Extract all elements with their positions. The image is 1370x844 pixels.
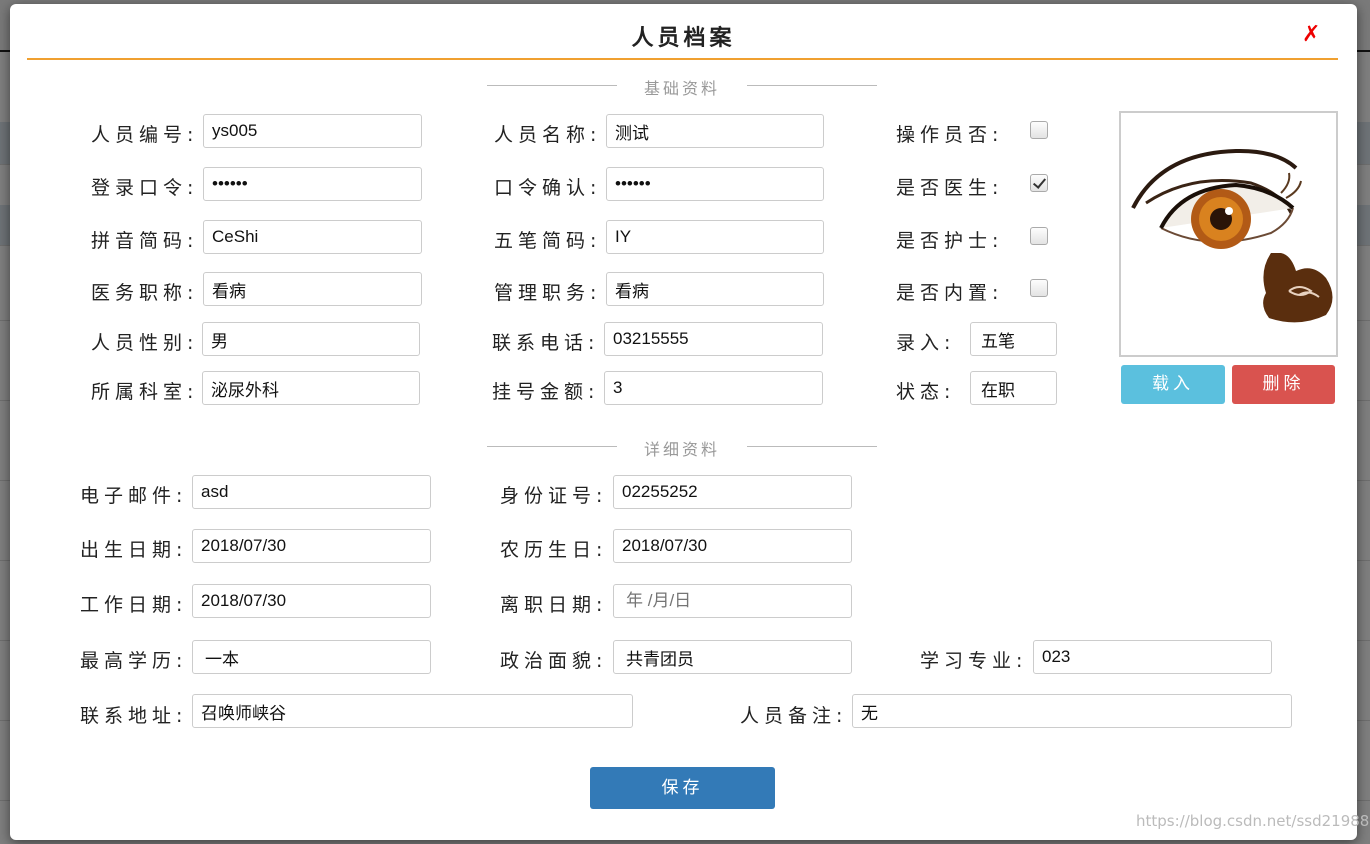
- phone-label: 联系电话:: [492, 332, 600, 354]
- watermark: https://blog.csdn.net/ssd21988: [1136, 812, 1370, 830]
- phone-input[interactable]: [604, 322, 823, 356]
- department-select[interactable]: [202, 371, 420, 405]
- staff-name-label: 人员名称:: [494, 124, 602, 146]
- id-number-input[interactable]: [613, 475, 852, 509]
- reg-fee-input[interactable]: [604, 371, 823, 405]
- major-input[interactable]: [1033, 640, 1272, 674]
- input-method-label: 录入:: [896, 332, 956, 354]
- staff-record-dialog: 人员档案 ✗ 基础资料 人员编号: 登录口令: 拼音简码: 医务职称: 人员性别…: [10, 4, 1357, 840]
- address-input[interactable]: [192, 694, 633, 728]
- lunar-birthday-input[interactable]: [613, 529, 852, 563]
- pinyin-code-label: 拼音简码:: [91, 230, 199, 252]
- gender-label: 人员性别:: [91, 332, 199, 354]
- birth-date-label: 出生日期:: [80, 539, 188, 561]
- admin-title-input[interactable]: [606, 272, 824, 306]
- medical-title-label: 医务职称:: [91, 282, 199, 304]
- address-label: 联系地址:: [80, 705, 188, 727]
- remarks-label: 人员备注:: [740, 705, 848, 727]
- delete-photo-button[interactable]: 删除: [1232, 365, 1335, 404]
- lunar-birthday-label: 农历生日:: [500, 539, 608, 561]
- is-nurse-checkbox[interactable]: [1030, 227, 1048, 245]
- eye-illustration-image: [1131, 148, 1333, 323]
- dialog-title: 人员档案: [631, 26, 736, 51]
- remarks-input[interactable]: [852, 694, 1292, 728]
- input-method-select[interactable]: [970, 322, 1057, 356]
- gender-select[interactable]: [202, 322, 420, 356]
- is-builtin-checkbox[interactable]: [1030, 279, 1048, 297]
- leave-date-input[interactable]: [613, 584, 852, 618]
- staff-name-input[interactable]: [606, 114, 824, 148]
- status-label: 状态:: [896, 381, 956, 403]
- medical-title-input[interactable]: [203, 272, 422, 306]
- is-doctor-checkbox[interactable]: [1030, 174, 1048, 192]
- section-header-detail: 详细资料: [487, 436, 877, 459]
- wubi-code-label: 五笔简码:: [494, 230, 602, 252]
- status-select[interactable]: [970, 371, 1057, 405]
- section-header-basic: 基础资料: [487, 75, 877, 98]
- password-confirm-input[interactable]: [606, 167, 824, 201]
- leave-date-label: 离职日期:: [500, 594, 608, 616]
- id-number-label: 身份证号:: [500, 485, 608, 507]
- work-date-label: 工作日期:: [80, 594, 188, 616]
- login-password-label: 登录口令:: [91, 177, 199, 199]
- is-operator-label: 操作员否:: [896, 124, 1004, 146]
- staff-photo: [1119, 111, 1338, 357]
- pinyin-code-input[interactable]: [203, 220, 422, 254]
- reg-fee-label: 挂号金额:: [492, 381, 600, 403]
- section-title: 基础资料: [643, 79, 720, 98]
- divider-line: [747, 446, 877, 447]
- divider-line: [747, 85, 877, 86]
- is-operator-checkbox[interactable]: [1030, 121, 1048, 139]
- email-label: 电子邮件:: [80, 485, 188, 507]
- password-confirm-label: 口令确认:: [494, 177, 602, 199]
- is-doctor-label: 是否医生:: [896, 177, 1004, 199]
- title-divider: [27, 58, 1338, 60]
- admin-title-label: 管理职务:: [494, 282, 602, 304]
- close-icon[interactable]: ✗: [1302, 22, 1320, 47]
- work-date-input[interactable]: [192, 584, 431, 618]
- education-select[interactable]: [192, 640, 431, 674]
- email-input[interactable]: [192, 475, 431, 509]
- wubi-code-input[interactable]: [606, 220, 824, 254]
- login-password-input[interactable]: [203, 167, 422, 201]
- section-title: 详细资料: [643, 440, 720, 459]
- is-nurse-label: 是否护士:: [896, 230, 1004, 252]
- department-label: 所属科室:: [91, 381, 199, 403]
- load-photo-button[interactable]: 载入: [1121, 365, 1225, 404]
- staff-id-input[interactable]: [203, 114, 422, 148]
- staff-id-label: 人员编号:: [91, 124, 199, 146]
- political-label: 政治面貌:: [500, 650, 608, 672]
- political-select[interactable]: [613, 640, 852, 674]
- major-label: 学习专业:: [920, 650, 1028, 672]
- education-label: 最高学历:: [80, 650, 188, 672]
- birth-date-input[interactable]: [192, 529, 431, 563]
- save-button[interactable]: 保存: [590, 767, 775, 809]
- is-builtin-label: 是否内置:: [896, 282, 1004, 304]
